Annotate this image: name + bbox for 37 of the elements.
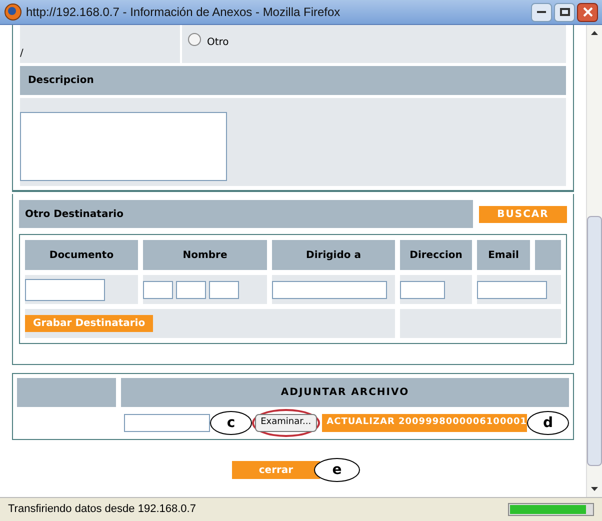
section-header: Otro Destinatario [19,200,473,228]
search-button[interactable]: BUSCAR [479,206,567,222]
close-button[interactable] [577,2,598,22]
section-header: Descripcion [20,66,566,95]
radio-button[interactable] [188,33,201,46]
nombre-field[interactable] [176,280,206,298]
close-form-button[interactable]: cerrar [232,461,320,479]
description-field[interactable] [20,112,227,181]
column-header: Email [477,240,530,270]
annotation-marker: e [314,458,360,482]
column-header [535,240,561,270]
column-header: Direccion [400,240,472,270]
nombre-field[interactable] [209,280,239,298]
column-header: Nombre [143,240,267,270]
documento-field[interactable] [25,278,105,300]
dirigido-field[interactable] [272,280,387,298]
minimize-button[interactable] [531,2,552,22]
status-text: Transfiriendo datos desde 192.168.0.7 [8,502,196,518]
close-icon [582,7,592,17]
nombre-field[interactable] [143,280,173,298]
browse-button[interactable]: Examinar... [254,414,318,432]
update-button[interactable]: ACTUALIZAR 2009998000006100001 [322,414,527,432]
column-header: Dirigido a [272,240,395,270]
column-header: Documento [25,240,138,270]
file-path-field[interactable] [124,414,210,432]
section-header: ADJUNTAR ARCHIVO [121,378,569,407]
email-field[interactable] [477,280,547,298]
annotation-marker: c [210,411,252,435]
window-title: http://192.168.0.7 - Información de Anexos - Mozilla Firefox [26,4,340,21]
save-recipient-button[interactable]: Grabar Destinatario [25,315,154,332]
radio-label: Otro [207,36,229,50]
globe-icon [4,3,22,21]
direccion-field[interactable] [400,280,445,298]
annotation-marker: d [527,411,570,435]
scrollbar[interactable] [586,25,602,497]
cell-text: / [20,47,24,61]
maximize-button[interactable] [554,2,575,22]
